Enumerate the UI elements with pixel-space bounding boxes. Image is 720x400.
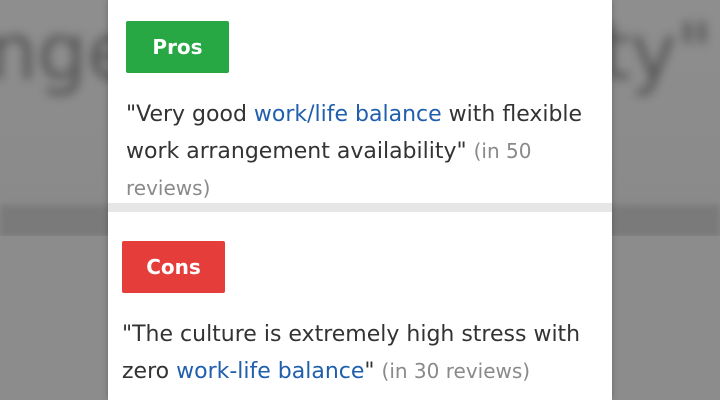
pros-quote-text-start: "Very good xyxy=(126,102,254,127)
cons-review-count: (in 30 reviews) xyxy=(381,359,531,383)
review-card: Pros "Very good work/life balance with f… xyxy=(108,0,612,400)
section-divider xyxy=(108,203,612,212)
cons-badge: Cons xyxy=(122,241,225,293)
pros-quote: "Very good work/life balance with flexib… xyxy=(126,96,602,207)
cons-section: Cons "The culture is extremely high stre… xyxy=(108,212,612,400)
cons-quote-text-end: " xyxy=(364,359,375,384)
pros-section: Pros "Very good work/life balance with f… xyxy=(108,0,612,203)
cons-quote-link[interactable]: work-life balance xyxy=(176,359,364,384)
screen: nge ty" Pros "Very good work/life balanc… xyxy=(0,0,720,400)
pros-quote-link[interactable]: work/life balance xyxy=(254,102,442,127)
pros-badge: Pros xyxy=(126,21,229,73)
cons-quote: "The culture is extremely high stress wi… xyxy=(122,316,604,390)
blurred-background-text-right: ty" xyxy=(600,8,713,98)
